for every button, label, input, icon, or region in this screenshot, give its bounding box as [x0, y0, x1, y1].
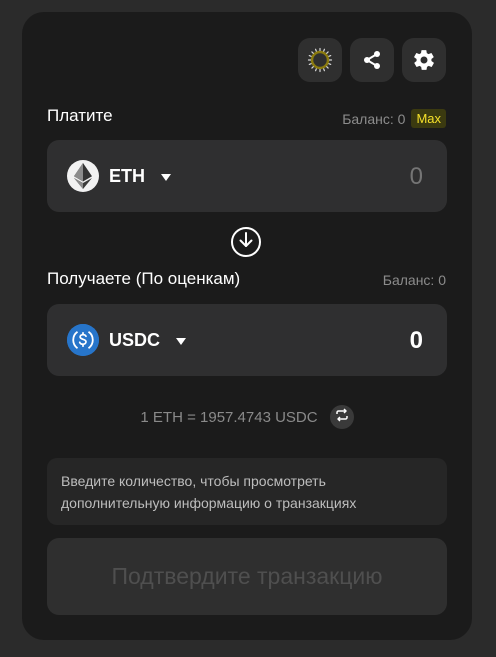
swap-card: Платите Баланс: 0 Max ETH 0 Получаете (П… — [22, 12, 472, 640]
spinner-icon — [307, 47, 333, 73]
chevron-down-icon — [176, 337, 187, 345]
usdc-icon — [67, 324, 99, 356]
pay-token-field: ETH — [47, 140, 447, 214]
chevron-down-icon — [161, 173, 171, 181]
share-button[interactable] — [350, 38, 394, 82]
receive-token-field: USDC — [47, 304, 447, 378]
max-button[interactable]: Max — [411, 109, 446, 128]
swap-arrows-icon — [335, 408, 349, 426]
toolbar — [298, 38, 446, 82]
arrow-down-icon — [239, 231, 253, 253]
receive-balance-text: Баланс: 0 — [382, 272, 446, 288]
share-icon — [361, 49, 383, 71]
gear-icon — [412, 48, 436, 72]
receive-token-selector[interactable]: USDC — [67, 324, 187, 356]
receive-balance: Баланс: 0 — [383, 272, 446, 288]
rate-invert-button[interactable] — [329, 405, 354, 429]
confirm-transaction-button[interactable]: Подтвердите транзакцию — [47, 538, 447, 615]
settings-button[interactable] — [402, 38, 446, 82]
transaction-info: Введите количество, чтобы просмотреть до… — [47, 458, 447, 525]
pay-balance: Баланс: 0 Max — [342, 109, 446, 128]
loading-button[interactable] — [298, 38, 342, 82]
pay-label: Платите — [47, 106, 113, 125]
ethereum-icon — [67, 160, 99, 192]
receive-label: Получаете (По оценкам) — [47, 269, 241, 288]
swap-direction-button[interactable] — [231, 227, 261, 257]
receive-token-symbol: USDC — [109, 329, 161, 350]
pay-balance-text: Баланс: 0 — [342, 110, 406, 127]
pay-token-selector[interactable]: ETH — [67, 160, 171, 192]
pay-amount-input[interactable] — [221, 140, 425, 214]
receive-amount-input[interactable] — [221, 304, 425, 378]
pay-token-symbol: ETH — [109, 165, 145, 186]
exchange-rate: 1 ETH = 1957.4743 USDC — [22, 405, 472, 429]
exchange-rate-text: 1 ETH = 1957.4743 USDC — [140, 408, 318, 426]
